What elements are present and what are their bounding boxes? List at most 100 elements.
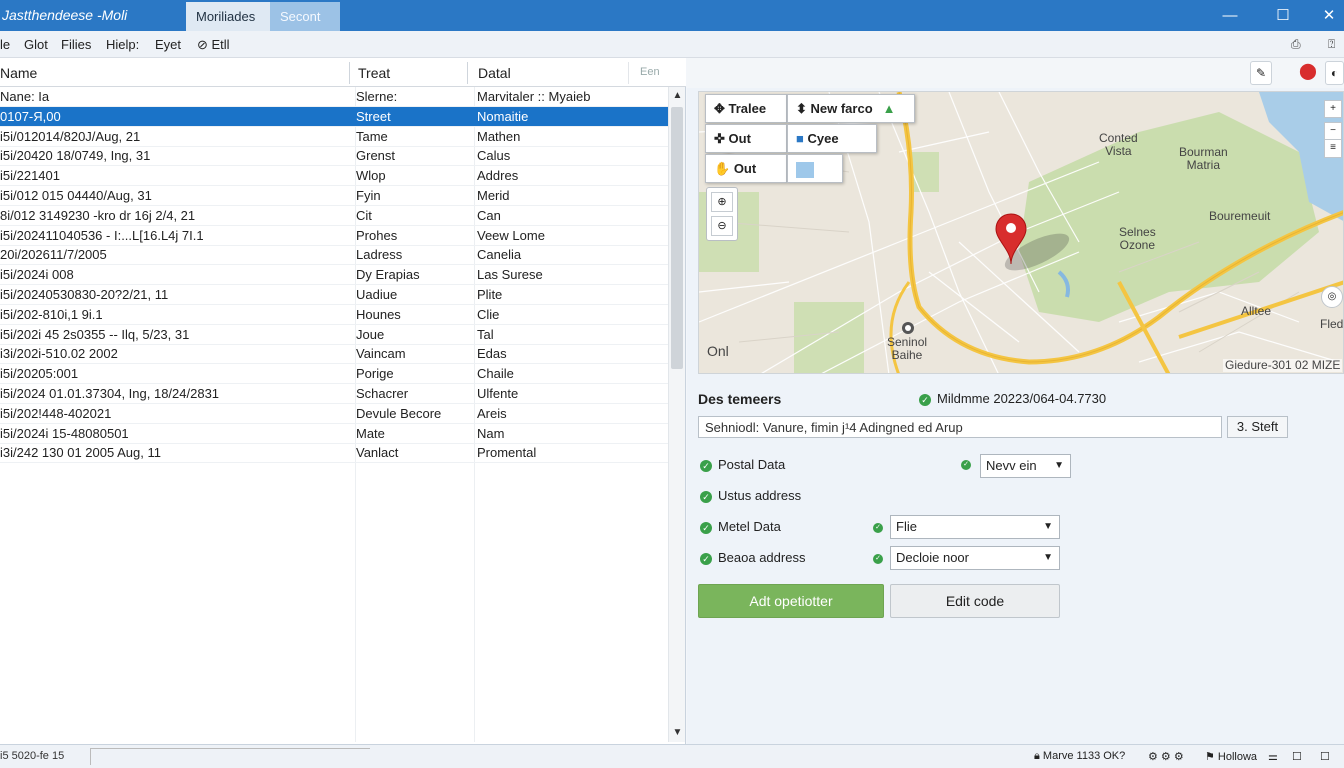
table-row[interactable]: 8i/012 3149230 -kro dr 16j 2/4, 21 Cit Can xyxy=(0,206,668,226)
menu-item-glot[interactable]: Glot xyxy=(24,37,48,52)
table-row[interactable]: 0107-Я,00 Street Nomaitie xyxy=(0,106,668,127)
table-row[interactable]: i5i/2024 01.01.37304, Ing, 18/24/2831 Sch… xyxy=(0,384,668,404)
table-cell: i5i/2024i 008 xyxy=(0,267,74,283)
minimize-button[interactable]: — xyxy=(1208,2,1252,29)
table-row[interactable]: i5i/2024i 15-48080501 Mate Nam xyxy=(0,424,668,444)
table-cell: Porige xyxy=(356,366,394,382)
map-view[interactable]: ✥ Tralee ⬍ New farco ▲ ✜ Out ■ Cyee ✋ Out… xyxy=(698,91,1344,374)
metel-data-dropdown[interactable]: Flie ▼ xyxy=(890,515,1060,539)
map-control-cyee[interactable]: ■ Cyee xyxy=(787,124,877,153)
menu-item-le[interactable]: le xyxy=(0,37,10,52)
map-control-blank[interactable] xyxy=(787,154,843,183)
table-cell: Veew Lome xyxy=(477,227,545,243)
status-checkbox[interactable]: ☐ xyxy=(1292,750,1302,763)
option-beaoa-address[interactable]: ✓ Beaoa address xyxy=(700,550,805,565)
edit-code-button[interactable]: Edit code xyxy=(890,584,1060,618)
compass-icon[interactable]: ◎ xyxy=(1321,286,1343,308)
table-cell: Addres xyxy=(477,168,519,184)
check-icon: ✓ xyxy=(700,521,712,534)
column-divider[interactable] xyxy=(349,62,350,84)
table-row[interactable]: 20i/202611/7/2005 Ladress Canelia xyxy=(0,245,668,266)
table-row[interactable]: i5i/202411040536 - I:...L[16.L4j 7I.1 Pro… xyxy=(0,226,668,246)
scroll-down-icon[interactable]: ▼ xyxy=(669,724,686,742)
beaoa-address-dropdown[interactable]: Decloie noor ▼ xyxy=(890,546,1060,570)
print-icon[interactable]: ⎙ xyxy=(1291,37,1301,52)
table-row[interactable]: Nane: Ia Slerne: Marvitaler :: Myaieb xyxy=(0,87,668,107)
column-header-treat[interactable]: Treat xyxy=(358,65,390,81)
table-row[interactable]: i5i/20205:001 Porige Chaile xyxy=(0,364,668,385)
records-panel: Name Treat Datal Een Nane: Ia Slerne: Marv… xyxy=(0,58,686,744)
table-row[interactable]: i5i/2024i 008 Dy Erapias Las Surese xyxy=(0,265,668,286)
table-cell: i5i/20420 18/0749, Ing, 31 xyxy=(0,148,151,164)
option-ustus-address-label: Ustus address xyxy=(718,488,802,503)
tab-moriliades[interactable]: Moriliades xyxy=(186,2,270,31)
map-control-tralee[interactable]: ✥ Tralee xyxy=(705,94,787,123)
table-cell: Chaile xyxy=(477,366,514,382)
postal-data-dropdown[interactable]: Nevv ein ▼ xyxy=(980,454,1071,478)
table-row[interactable]: i5i/221401 Wlop Addres xyxy=(0,166,668,187)
menu-item-eyet[interactable]: Eyet xyxy=(155,37,181,52)
table-cell: i5i/202i 45 2s0355 -- Ilq, 5/23, 31 xyxy=(0,326,190,342)
edit-pen-icon[interactable]: ✎ xyxy=(1250,61,1272,85)
table-row[interactable]: i5i/20420 18/0749, Ing, 31 Grenst Calus xyxy=(0,146,668,167)
check-icon: ✓ xyxy=(700,552,712,565)
table-row[interactable]: i3i/242 130 01 2005 Aug, 11 Vanlact Promen… xyxy=(0,443,668,464)
add-operation-button[interactable]: Adt opetiotter xyxy=(698,584,884,618)
check-icon: ✓ xyxy=(919,393,931,406)
layers-icon: ■ xyxy=(796,131,808,146)
table-row[interactable]: i3i/202i-510.02 2002 Vaincam Edas xyxy=(0,344,668,365)
menu-item-etll[interactable]: ⊘ Etll xyxy=(197,37,230,53)
tab-secont[interactable]: Secont xyxy=(270,2,340,31)
column-divider[interactable] xyxy=(628,62,629,84)
column-divider[interactable] xyxy=(467,62,468,84)
table-cell: Vaincam xyxy=(356,346,406,362)
map-control-out[interactable]: ✜ Out xyxy=(705,124,787,153)
map-label-selnes: Selnes Ozone xyxy=(1119,226,1156,252)
window-title: Jastthendeese -Moli xyxy=(2,7,128,23)
records-table: Nane: Ia Slerne: Marvitaler :: Myaieb 0107-… xyxy=(0,87,668,742)
map-control-new-farco[interactable]: ⬍ New farco ▲ xyxy=(787,94,915,123)
table-row[interactable]: i5i/202i 45 2s0355 -- Ilq, 5/23, 31 Joue T… xyxy=(0,325,668,345)
map-control-out-2[interactable]: ✋ Out xyxy=(705,154,787,183)
table-row[interactable]: i5i/20240530830-20?2/21, 11 Uadiue Plite xyxy=(0,285,668,305)
close-button[interactable]: ✕ xyxy=(1314,2,1344,29)
steft-button[interactable]: 3. Steft xyxy=(1227,416,1288,438)
option-metel-data[interactable]: ✓ Metel Data xyxy=(700,519,781,534)
maximize-button[interactable]: ☐ xyxy=(1261,2,1305,29)
help-icon[interactable]: ⍰ xyxy=(1328,37,1335,52)
map-zoom-in-icon[interactable]: + xyxy=(1324,100,1342,118)
option-ustus-address[interactable]: ✓ Ustus address xyxy=(700,488,801,503)
table-cell: Hounes xyxy=(356,306,401,322)
table-row[interactable]: i5i/012 015 04440/Aug, 31 Fyin Merid xyxy=(0,186,668,206)
zoom-in-button[interactable]: ⊕ xyxy=(711,192,733,212)
table-row[interactable]: i5i/202-810i,1 9i.1 Hounes Clie xyxy=(0,305,668,325)
menu-item-hielp[interactable]: Hielp: xyxy=(106,37,139,52)
column-header-name[interactable]: Name xyxy=(0,65,37,81)
details-search-input[interactable] xyxy=(698,416,1222,438)
table-cell: Nam xyxy=(477,425,505,441)
map-label-onl-text: Onl xyxy=(707,343,729,359)
option-postal-data[interactable]: ✓ Postal Data xyxy=(700,457,785,472)
table-row[interactable]: i5i/012014/820J/Aug, 21 Tame Mathen xyxy=(0,127,668,147)
table-scrollbar[interactable]: ▲ ▼ xyxy=(668,87,685,742)
table-row[interactable]: i5i/202!448-402021 Devule Becore Areis xyxy=(0,404,668,424)
table-cell: 20i/202611/7/2005 xyxy=(0,247,107,263)
location-pin-icon[interactable]: ⬤ xyxy=(1297,61,1319,85)
zoom-out-button[interactable]: ⊖ xyxy=(711,216,733,236)
map-layer-icon[interactable]: ≡ xyxy=(1324,140,1342,158)
map-zoom-out-icon[interactable]: − xyxy=(1324,122,1342,140)
layer-toggle-icon[interactable]: ◐ xyxy=(1325,61,1344,85)
column-header-extra[interactable]: Een xyxy=(640,66,660,78)
table-cell: i5i/20240530830-20?2/21, 11 xyxy=(0,287,169,302)
table-cell: Uadiue xyxy=(356,287,398,302)
column-header-datal[interactable]: Datal xyxy=(478,65,511,81)
menu-item-filies[interactable]: Filies xyxy=(61,37,91,52)
location-marker-icon[interactable] xyxy=(994,212,1028,266)
table-cell: i5i/2024i 15-48080501 xyxy=(0,425,129,441)
scroll-up-icon[interactable]: ▲ xyxy=(669,87,686,105)
map-label-selnes-text: Selnes Ozone xyxy=(1119,225,1156,252)
status-item-hollowa[interactable]: ⚑ Hollowa xyxy=(1205,750,1257,763)
grid-icon xyxy=(796,161,814,178)
table-cell: Mate xyxy=(356,425,385,441)
scrollbar-thumb[interactable] xyxy=(671,107,683,369)
